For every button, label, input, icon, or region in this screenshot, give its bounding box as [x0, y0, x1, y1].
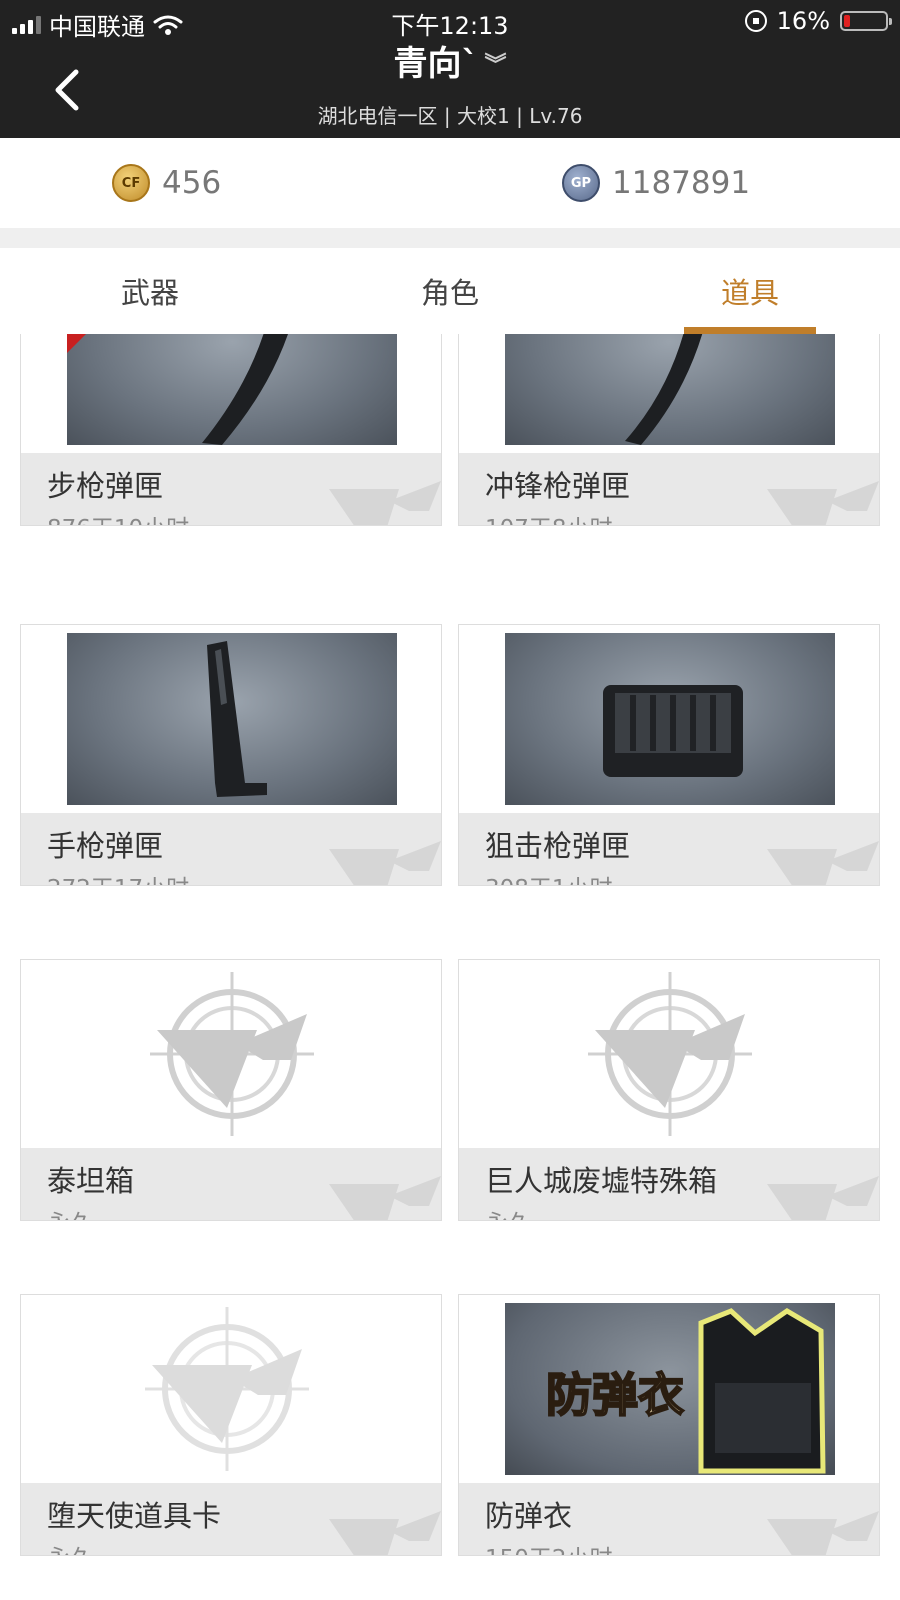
item-duration: 308天1小时: [485, 869, 613, 885]
gp-points: GP 1187891: [562, 164, 750, 202]
item-card[interactable]: 冲锋枪弹匣 107天8小时: [458, 334, 880, 526]
item-info: 冲锋枪弹匣 107天8小时: [459, 453, 879, 525]
item-info: 泰坦箱 永久: [21, 1148, 441, 1220]
item-duration: 107天8小时: [485, 509, 613, 525]
double-chevron-down-icon: ︾: [484, 52, 507, 78]
item-duration: 272天17小时: [47, 869, 189, 885]
cf-logo-icon: [67, 1303, 397, 1475]
battery-percent: 16%: [776, 7, 830, 35]
currency-bar: CF 456 GP 1187891: [0, 138, 900, 228]
cf-watermark-icon: [329, 481, 441, 525]
nav-bar: 青向` ︾ 湖北电信一区 | 大校1 | Lv.76: [0, 44, 900, 138]
item-name: 步枪弹匣: [47, 469, 164, 503]
item-info: 步枪弹匣 876天10小时: [21, 453, 441, 525]
rifle-magazine-icon: [67, 334, 397, 445]
nav-title-wrap[interactable]: 青向` ︾: [0, 44, 900, 86]
player-name: 青向`: [393, 44, 479, 84]
status-bar: 中国联通 下午12:13 16%: [0, 0, 900, 44]
smg-magazine-icon: [505, 334, 835, 445]
item-info: 防弹衣 150天2小时: [459, 1483, 879, 1555]
tab-weapons[interactable]: 武器: [0, 248, 300, 334]
item-info: 手枪弹匣 272天17小时: [21, 813, 441, 885]
item-card[interactable]: 防弹衣 防弹衣 150天2小时: [458, 1294, 880, 1556]
cf-watermark-icon: [767, 841, 879, 885]
item-info: 堕天使道具卡 永久: [21, 1483, 441, 1555]
sniper-magazine-icon: [505, 633, 835, 805]
cf-watermark-icon: [767, 481, 879, 525]
item-duration: 永久: [47, 1204, 93, 1220]
item-card[interactable]: 手枪弹匣 272天17小时: [20, 624, 442, 886]
pistol-magazine-icon: [67, 633, 397, 805]
cf-watermark-icon: [329, 841, 441, 885]
cf-watermark-icon: [329, 1176, 441, 1220]
orientation-lock-icon: [744, 10, 767, 32]
item-name: 手枪弹匣: [47, 829, 164, 863]
body-armor-icon: 防弹衣: [505, 1303, 835, 1475]
gp-coin-icon: GP: [562, 164, 600, 202]
cf-logo-icon: [505, 968, 835, 1140]
status-right: 16%: [744, 7, 892, 35]
item-duration: 150天2小时: [485, 1539, 613, 1555]
battery-icon: [840, 11, 892, 31]
item-card[interactable]: 泰坦箱 永久: [20, 959, 442, 1221]
cf-watermark-icon: [767, 1176, 879, 1220]
cf-coin-icon: CF: [112, 164, 150, 202]
item-card[interactable]: 巨人城废墟特殊箱 永久: [458, 959, 880, 1221]
cf-amount: 456: [162, 165, 222, 201]
player-info: 湖北电信一区 | 大校1 | Lv.76: [317, 104, 583, 128]
cf-watermark-icon: [329, 1511, 441, 1555]
cf-points: CF 456: [112, 164, 221, 202]
item-info: 狙击枪弹匣 308天1小时: [459, 813, 879, 885]
item-name: 狙击枪弹匣: [485, 829, 631, 863]
gp-amount: 1187891: [612, 165, 751, 201]
active-tab-indicator: [684, 327, 816, 334]
item-name: 冲锋枪弹匣: [485, 469, 631, 503]
item-info: 巨人城废墟特殊箱 永久: [459, 1148, 879, 1220]
armor-thumb-label: 防弹衣: [546, 1368, 684, 1422]
cf-logo-icon: [67, 968, 397, 1140]
tab-characters[interactable]: 角色: [300, 248, 600, 334]
category-tabs: 武器 角色 道具: [0, 248, 900, 335]
item-name: 防弹衣: [485, 1499, 573, 1533]
item-duration: 永久: [485, 1204, 531, 1220]
tab-items[interactable]: 道具: [600, 248, 900, 334]
battery-fill: [844, 15, 850, 27]
item-card[interactable]: 步枪弹匣 876天10小时: [20, 334, 442, 526]
cf-watermark-icon: [767, 1511, 879, 1555]
item-card[interactable]: 狙击枪弹匣 308天1小时: [458, 624, 880, 886]
item-grid[interactable]: 步枪弹匣 876天10小时 冲锋枪弹匣 107天8小时 手枪弹匣 272天17小…: [0, 334, 900, 1600]
item-name: 堕天使道具卡: [47, 1499, 222, 1533]
item-duration: 永久: [47, 1539, 93, 1555]
item-name: 泰坦箱: [47, 1164, 135, 1198]
item-name: 巨人城废墟特殊箱: [485, 1164, 718, 1198]
item-duration: 876天10小时: [47, 509, 189, 525]
item-card[interactable]: 堕天使道具卡 永久: [20, 1294, 442, 1556]
